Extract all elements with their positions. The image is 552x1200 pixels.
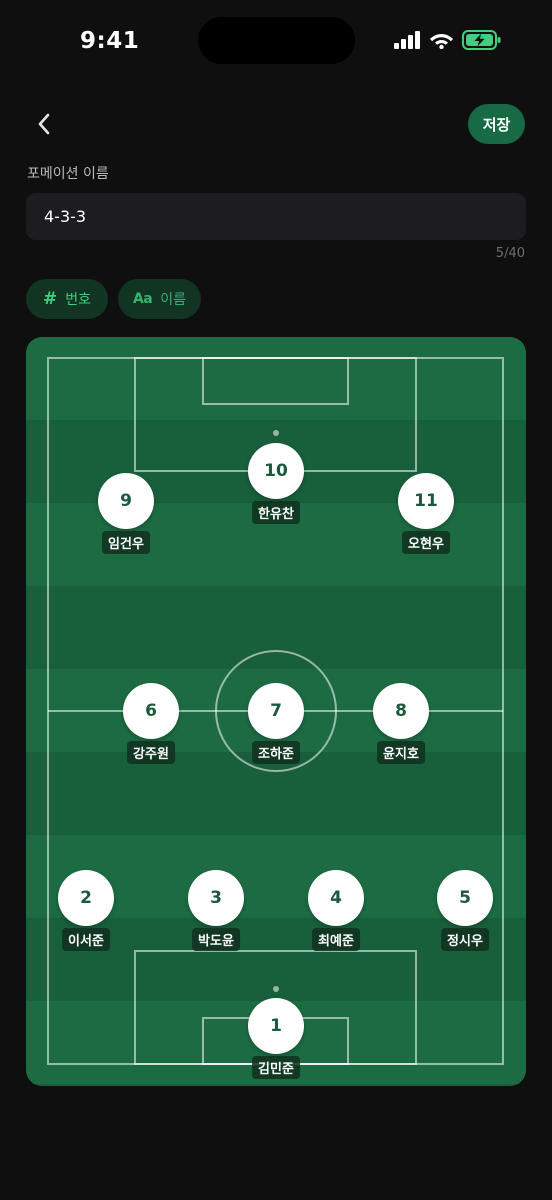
player-name: 오현우 xyxy=(402,531,450,554)
name-mode-label: 이름 xyxy=(160,292,187,308)
player-number: 3 xyxy=(188,870,244,926)
player-marker[interactable]: 11 오현우 xyxy=(398,473,454,554)
player-number: 11 xyxy=(398,473,454,529)
bottom-penalty-spot xyxy=(273,986,279,992)
player-marker[interactable]: 3 박도윤 xyxy=(188,870,244,951)
status-bar: 9:41 xyxy=(0,0,552,84)
player-name: 박도윤 xyxy=(192,928,240,951)
soccer-pitch: 10 한유찬 9 임건우 11 오현우 6 강주원 7 조하준 8 윤지호 2 … xyxy=(26,337,526,1086)
player-marker[interactable]: 8 윤지호 xyxy=(373,683,429,764)
battery-charging-icon xyxy=(462,30,501,50)
player-number: 5 xyxy=(437,870,493,926)
player-number: 4 xyxy=(308,870,364,926)
player-marker[interactable]: 2 이서준 xyxy=(58,870,114,951)
player-number: 1 xyxy=(248,998,304,1054)
text-format-icon: Aa xyxy=(132,291,153,307)
back-button[interactable] xyxy=(22,104,66,144)
signal-icon xyxy=(394,31,420,49)
player-name: 정시우 xyxy=(441,928,489,951)
player-marker[interactable]: 7 조하준 xyxy=(248,683,304,764)
player-number: 10 xyxy=(248,443,304,499)
player-name: 최예준 xyxy=(312,928,360,951)
formation-name-label: 포메이션 이름 xyxy=(27,166,109,182)
chevron-left-icon xyxy=(38,113,50,135)
player-marker[interactable]: 5 정시우 xyxy=(437,870,493,951)
player-name: 김민준 xyxy=(252,1056,300,1079)
player-name: 강주원 xyxy=(127,741,175,764)
player-number: 8 xyxy=(373,683,429,739)
save-button[interactable]: 저장 xyxy=(468,104,525,144)
player-marker[interactable]: 1 김민준 xyxy=(248,998,304,1079)
top-penalty-spot xyxy=(273,430,279,436)
player-marker[interactable]: 4 최예준 xyxy=(308,870,364,951)
hash-icon: # xyxy=(42,289,58,309)
name-mode-chip[interactable]: Aa 이름 xyxy=(118,279,201,319)
dynamic-island xyxy=(198,17,355,64)
player-marker[interactable]: 10 한유찬 xyxy=(248,443,304,524)
wifi-icon xyxy=(430,34,453,49)
player-marker[interactable]: 6 강주원 xyxy=(123,683,179,764)
player-name: 조하준 xyxy=(252,741,300,764)
player-number: 7 xyxy=(248,683,304,739)
player-name: 임건우 xyxy=(102,531,150,554)
status-time: 9:41 xyxy=(80,28,140,54)
char-counter: 5/40 xyxy=(495,246,525,261)
player-number: 9 xyxy=(98,473,154,529)
formation-name-input[interactable] xyxy=(26,193,526,240)
player-name: 이서준 xyxy=(62,928,110,951)
status-icons xyxy=(394,30,502,50)
player-number: 6 xyxy=(123,683,179,739)
number-mode-label: 번호 xyxy=(65,292,91,308)
number-mode-chip[interactable]: # 번호 xyxy=(26,279,108,319)
player-number: 2 xyxy=(58,870,114,926)
player-name: 한유찬 xyxy=(252,501,300,524)
top-goal-box xyxy=(202,357,349,405)
player-marker[interactable]: 9 임건우 xyxy=(98,473,154,554)
player-name: 윤지호 xyxy=(377,741,425,764)
